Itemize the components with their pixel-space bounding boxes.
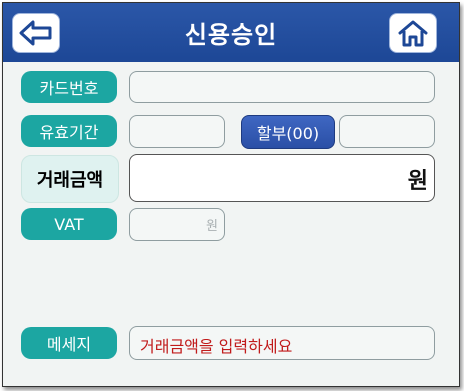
home-icon	[398, 20, 428, 47]
card-number-field[interactable]	[129, 71, 435, 103]
installment-field[interactable]	[339, 115, 435, 148]
message-label: 메세지	[21, 327, 117, 359]
vat-label: VAT	[21, 208, 117, 240]
vat-unit: 원	[206, 219, 218, 234]
amount-label: 거래금액	[21, 155, 119, 203]
header-bar: 신용승인	[3, 3, 459, 62]
installment-button[interactable]: 할부(00)	[241, 115, 335, 149]
message-field: 거래금액을 입력하세요	[129, 326, 435, 360]
card-number-label: 카드번호	[21, 71, 117, 103]
expiry-label: 유효기간	[21, 115, 117, 147]
expiry-field[interactable]	[129, 115, 225, 148]
message-text: 거래금액을 입력하세요	[140, 337, 293, 356]
vat-field[interactable]: 원	[129, 208, 225, 241]
app-window: 신용승인 카드번호 유효기간 할부(00) 거래금액 원 VAT 원 메세지 거…	[2, 2, 460, 387]
amount-unit: 원	[407, 169, 428, 194]
amount-field[interactable]: 원	[129, 154, 435, 202]
home-button[interactable]	[389, 13, 437, 53]
